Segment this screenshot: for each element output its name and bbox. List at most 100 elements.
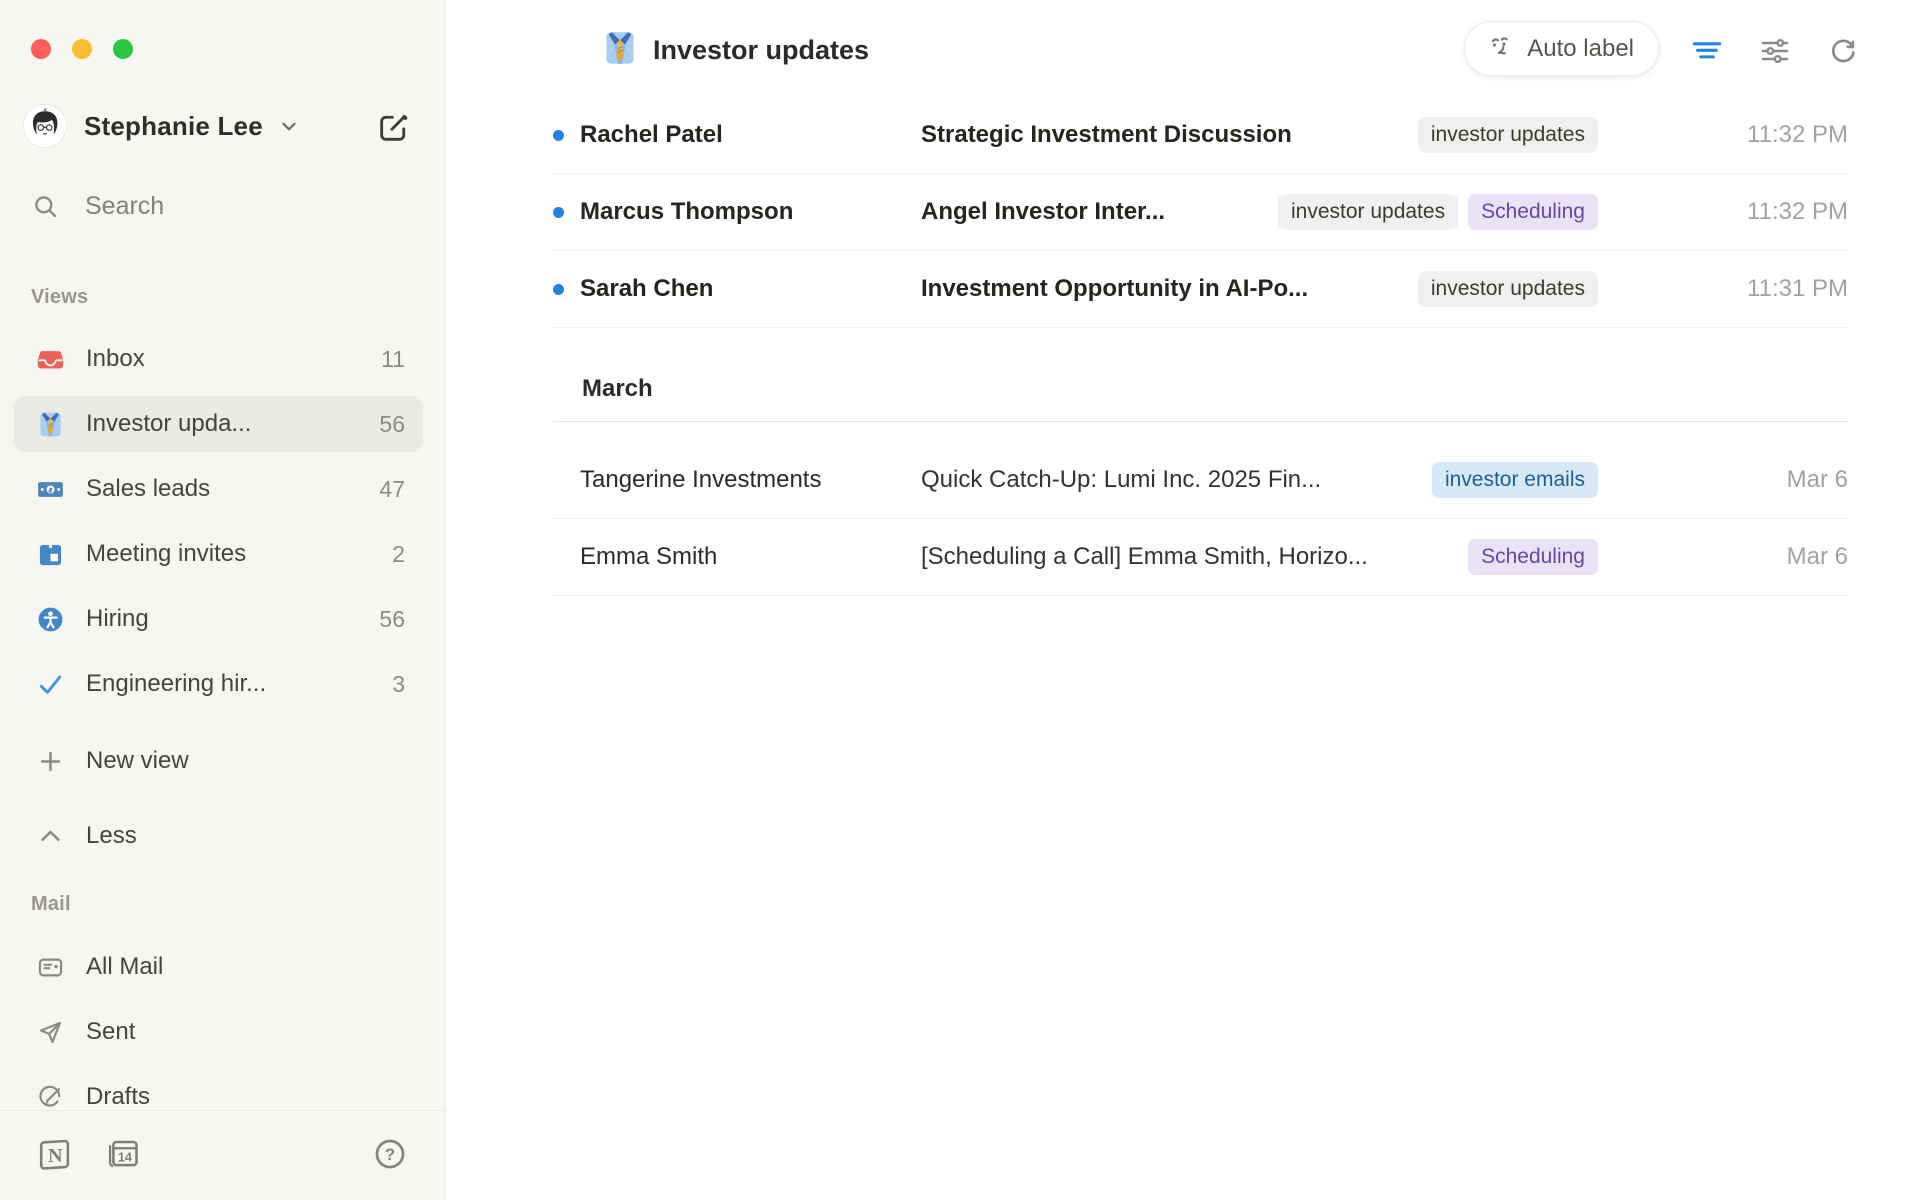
- email-sender: Sarah Chen: [580, 275, 921, 303]
- label-pill[interactable]: investor updates: [1278, 194, 1458, 230]
- notion-calendar-icon[interactable]: 14: [104, 1135, 142, 1173]
- sidebar-item-sent[interactable]: Sent: [14, 1004, 423, 1060]
- date-section-label: March: [582, 375, 653, 403]
- notion-logo-icon[interactable]: N: [36, 1135, 74, 1173]
- sidebar-item-count: 11: [381, 346, 405, 373]
- page-title: Investor updates: [653, 35, 869, 66]
- view-title: Investor updates: [602, 30, 869, 71]
- label-pill[interactable]: investor updates: [1418, 271, 1598, 307]
- auto-label-text: Auto label: [1527, 35, 1634, 63]
- sidebar-item-count: 2: [392, 541, 405, 568]
- date-section-header: March: [553, 328, 1848, 422]
- auto-label-button[interactable]: Auto label: [1464, 21, 1659, 76]
- email-tags: investor updates: [1418, 271, 1598, 307]
- unread-dot: [553, 130, 564, 141]
- avatar: [24, 105, 66, 147]
- search-input[interactable]: Search: [24, 182, 421, 230]
- sidebar-item-label: All Mail: [86, 953, 405, 981]
- email-list: Rachel Patel Strategic Investment Discus…: [553, 97, 1848, 596]
- minimize-window-button[interactable]: [72, 39, 92, 59]
- new-view-button[interactable]: New view: [14, 733, 423, 789]
- sidebar-item-label: Engineering hir...: [86, 670, 380, 698]
- sidebar-item-meeting-invites[interactable]: Meeting invites 2: [14, 526, 423, 582]
- email-subject: Angel Investor Inter...: [921, 198, 1278, 226]
- calendar-icon: [36, 540, 64, 568]
- email-time: Mar 6: [1598, 543, 1848, 571]
- chevron-down-icon: [277, 114, 301, 138]
- email-tags: investor updates: [1418, 117, 1598, 153]
- email-subject: Quick Catch-Up: Lumi Inc. 2025 Fin...: [921, 466, 1432, 494]
- email-time: 11:31 PM: [1598, 275, 1848, 303]
- sliders-icon[interactable]: [1756, 32, 1794, 70]
- email-time: 11:32 PM: [1598, 121, 1848, 149]
- sidebar-item-count: 3: [392, 671, 405, 698]
- email-subject: Investment Opportunity in AI-Po...: [921, 275, 1418, 303]
- sidebar-item-count: 47: [379, 476, 405, 503]
- search-icon: [32, 193, 59, 220]
- svg-text:?: ?: [385, 1145, 395, 1164]
- new-view-label: New view: [86, 747, 405, 775]
- inbox-tray-icon: [36, 345, 64, 373]
- sidebar-footer: N 14 ?: [0, 1110, 445, 1200]
- sidebar-item-engineering-hiring[interactable]: Engineering hir... 3: [14, 656, 423, 712]
- account-switcher[interactable]: Stephanie Lee: [24, 100, 355, 152]
- sidebar-item-label: Drafts: [86, 1083, 405, 1111]
- email-sender: Tangerine Investments: [580, 466, 921, 494]
- sidebar-item-count: 56: [379, 606, 405, 633]
- necktie-icon: [36, 410, 64, 438]
- email-row[interactable]: Emma Smith [Scheduling a Call] Emma Smit…: [553, 519, 1848, 596]
- compose-button[interactable]: [373, 108, 413, 148]
- email-subject: [Scheduling a Call] Emma Smith, Horizo..…: [921, 543, 1468, 571]
- sidebar-item-label: Sales leads: [86, 475, 367, 503]
- email-tags: Scheduling: [1468, 539, 1598, 575]
- sidebar-item-hiring[interactable]: Hiring 56: [14, 591, 423, 647]
- zoom-window-button[interactable]: [113, 39, 133, 59]
- email-sender: Emma Smith: [580, 543, 921, 571]
- mail-list: All Mail Sent Drafts: [14, 939, 423, 1134]
- close-window-button[interactable]: [31, 39, 51, 59]
- sidebar-item-investor-updates[interactable]: Investor upda... 56: [14, 396, 423, 452]
- email-row[interactable]: Marcus Thompson Angel Investor Inter... …: [553, 174, 1848, 251]
- user-name: Stephanie Lee: [84, 111, 263, 142]
- less-label: Less: [86, 822, 405, 850]
- chevron-up-icon: [36, 822, 64, 850]
- email-row[interactable]: Tangerine Investments Quick Catch-Up: Lu…: [553, 442, 1848, 519]
- help-icon[interactable]: ?: [371, 1135, 409, 1173]
- views-section-label: Views: [31, 286, 88, 309]
- label-pill[interactable]: Scheduling: [1468, 194, 1598, 230]
- email-tags: investor updates Scheduling: [1278, 194, 1598, 230]
- email-row[interactable]: Rachel Patel Strategic Investment Discus…: [553, 97, 1848, 174]
- email-tags: investor emails: [1432, 462, 1598, 498]
- label-pill[interactable]: Scheduling: [1468, 539, 1598, 575]
- email-row[interactable]: Sarah Chen Investment Opportunity in AI-…: [553, 251, 1848, 328]
- banknote-icon: [36, 475, 64, 503]
- unread-dot: [553, 284, 564, 295]
- label-pill[interactable]: investor emails: [1432, 462, 1598, 498]
- sidebar-item-sales-leads[interactable]: Sales leads 47: [14, 461, 423, 517]
- pencil-circle-icon: [36, 1083, 64, 1111]
- email-sender: Rachel Patel: [580, 121, 921, 149]
- sidebar-item-label: Sent: [86, 1018, 405, 1046]
- email-subject: Strategic Investment Discussion: [921, 121, 1418, 149]
- compose-icon: [376, 111, 410, 145]
- less-button[interactable]: Less: [14, 808, 423, 864]
- sidebar-item-label: Inbox: [86, 345, 369, 373]
- sidebar-item-count: 56: [379, 411, 405, 438]
- necktie-icon: [602, 30, 638, 71]
- search-placeholder: Search: [85, 192, 164, 221]
- email-time: 11:32 PM: [1598, 198, 1848, 226]
- sidebar-item-all-mail[interactable]: All Mail: [14, 939, 423, 995]
- refresh-icon[interactable]: [1824, 32, 1862, 70]
- label-pill[interactable]: investor updates: [1418, 117, 1598, 153]
- sidebar-item-inbox[interactable]: Inbox 11: [14, 331, 423, 387]
- spacer: [553, 422, 1848, 442]
- paper-plane-icon: [36, 1018, 64, 1046]
- svg-text:14: 14: [118, 1150, 133, 1165]
- sidebar-item-label: Hiring: [86, 605, 367, 633]
- main-content: Investor updates Auto label: [447, 0, 1920, 1200]
- view-header: Investor updates Auto label: [447, 0, 1920, 97]
- filter-icon[interactable]: [1688, 32, 1726, 70]
- sidebar-item-label: Meeting invites: [86, 540, 380, 568]
- ai-face-icon: [1485, 31, 1515, 66]
- sidebar-item-label: Investor upda...: [86, 410, 367, 438]
